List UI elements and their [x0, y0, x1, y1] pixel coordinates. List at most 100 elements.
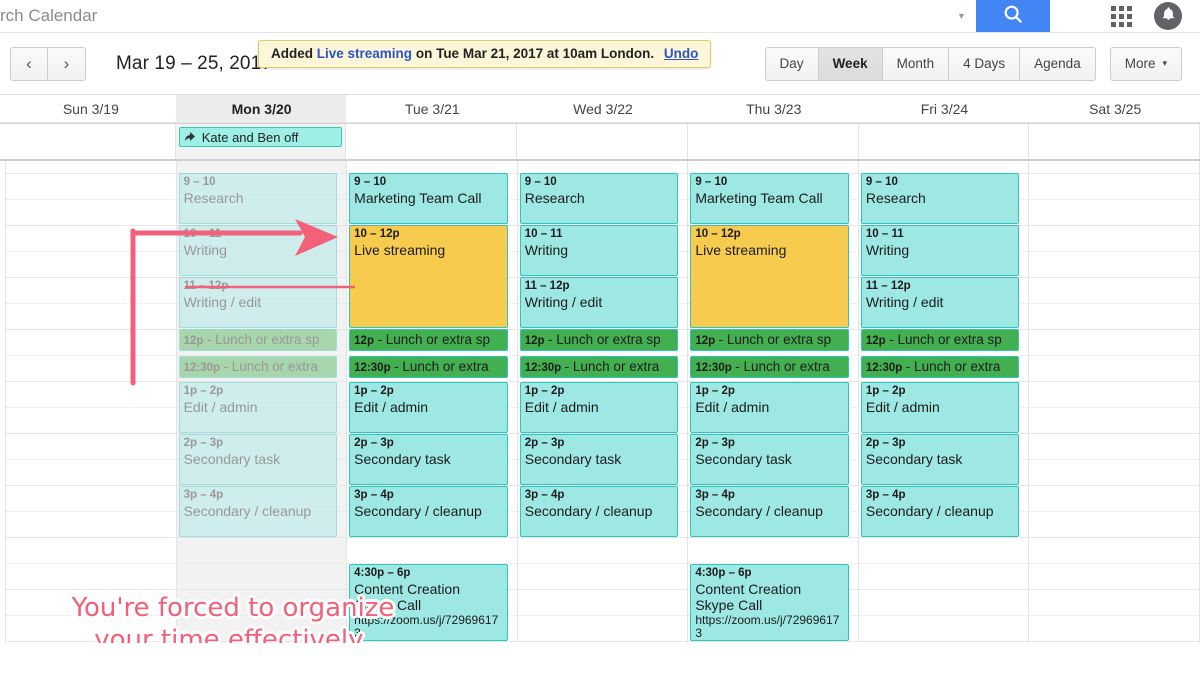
calendar-event[interactable]: 1p – 2p Edit / admin	[690, 382, 849, 433]
search-button[interactable]	[976, 0, 1050, 32]
all-day-event-kate-and-ben-off[interactable]: Kate and Ben off	[178, 127, 343, 147]
search-input[interactable]	[0, 0, 947, 33]
view-agenda-button[interactable]: Agenda	[1019, 46, 1096, 81]
day-column-wed[interactable]: 9 – 10 Research 10 – 11 Writing 11 – 12p Writ…	[517, 161, 689, 643]
all-day-row: Kate and Ben off	[0, 123, 1200, 161]
grid-half-hour-line	[1029, 407, 1200, 408]
calendar-event[interactable]: 12p - Lunch or extra sp	[860, 329, 1020, 351]
grid-half-hour-line	[1029, 251, 1200, 252]
grid-half-hour-line	[1029, 303, 1200, 304]
calendar-event[interactable]: 2p – 3p Secondary task	[519, 434, 679, 485]
grid-half-hour-line	[1029, 459, 1200, 460]
calendar-event[interactable]: 10 – 11 Writing	[860, 225, 1020, 276]
all-day-cell-wed[interactable]	[517, 124, 688, 159]
day-header-wed[interactable]: Wed 3/22	[517, 95, 688, 122]
day-column-sat[interactable]	[1029, 161, 1200, 643]
calendar-event[interactable]: 12p - Lunch or extra sp	[690, 329, 849, 351]
calendar-event[interactable]: 12:30p - Lunch or extra	[178, 356, 338, 378]
calendar-event[interactable]: 9 – 10 Research	[178, 173, 338, 224]
calendar-event[interactable]: 12:30p - Lunch or extra	[519, 356, 679, 378]
event-url[interactable]: https://zoom.us/j/729696173	[695, 613, 844, 640]
event-title: - Lunch or extra	[564, 359, 660, 374]
calendar-event[interactable]: 11 – 12p Writing / edit	[519, 277, 679, 328]
grid-hour-line	[1029, 225, 1200, 226]
calendar-event[interactable]: 10 – 12p Live streaming	[690, 225, 849, 328]
calendar-event[interactable]: 10 – 12p Live streaming	[349, 225, 508, 328]
calendar-event[interactable]: 2p – 3p Secondary task	[349, 434, 508, 485]
calendar-event[interactable]: 9 – 10 Research	[860, 173, 1020, 224]
day-header-sat[interactable]: Sat 3/25	[1029, 95, 1200, 122]
calendar-event[interactable]: 3p – 4p Secondary / cleanup	[690, 486, 849, 537]
calendar-event[interactable]: 12p - Lunch or extra sp	[178, 329, 338, 351]
calendar-event[interactable]: 12p - Lunch or extra sp	[519, 329, 679, 351]
calendar-event[interactable]: 3p – 4p Secondary / cleanup	[349, 486, 508, 537]
grid-hour-line	[176, 589, 347, 590]
calendar-event[interactable]: 9 – 10 Research	[519, 173, 679, 224]
calendar-event[interactable]: 4:30p – 6p Content Creation Skype Call htt…	[690, 564, 849, 641]
calendar-event[interactable]: 2p – 3p Secondary task	[690, 434, 849, 485]
day-column-thu[interactable]: 9 – 10 Marketing Team Call 10 – 12p Live st…	[688, 161, 859, 643]
calendar-event[interactable]: 1p – 2p Edit / admin	[349, 382, 508, 433]
calendar-event[interactable]: 12:30p - Lunch or extra	[690, 356, 849, 378]
grid-hour-line	[347, 537, 517, 538]
calendar-event[interactable]: 11 – 12p Writing / edit	[178, 277, 338, 328]
calendar-event[interactable]: 3p – 4p Secondary / cleanup	[519, 486, 679, 537]
calendar-event[interactable]: 10 – 11 Writing	[178, 225, 338, 276]
all-day-cell-fri[interactable]	[859, 124, 1030, 159]
calendar-event[interactable]: 1p – 2p Edit / admin	[860, 382, 1020, 433]
calendar-event[interactable]: 1p – 2p Edit / admin	[178, 382, 338, 433]
calendar-event[interactable]: 11 – 12p Writing / edit	[860, 277, 1020, 328]
toast-event-link[interactable]: Live streaming	[317, 46, 412, 61]
event-time: 9 – 10	[865, 176, 898, 188]
all-day-cell-sun[interactable]	[5, 124, 176, 159]
notifications-button[interactable]	[1154, 2, 1182, 30]
day-header-fri[interactable]: Fri 3/24	[859, 95, 1030, 122]
day-column-sun[interactable]	[5, 161, 177, 643]
all-day-cell-thu[interactable]	[688, 124, 859, 159]
day-column-fri[interactable]: 9 – 10 Research 10 – 11 Writing 11 – 12p Writ…	[858, 161, 1030, 643]
calendar-event[interactable]: 3p – 4p Secondary / cleanup	[178, 486, 338, 537]
calendar-event[interactable]: 2p – 3p Secondary task	[860, 434, 1020, 485]
grid-half-hour-line	[6, 303, 176, 304]
calendar-event[interactable]: 12p - Lunch or extra sp	[349, 329, 508, 351]
day-column-tue[interactable]: 9 – 10 Marketing Team Call 10 – 12p Live st…	[347, 161, 518, 643]
calendar-event[interactable]: 4:30p – 6p Content Creation Skype Call htt…	[349, 564, 508, 641]
event-time: 2p – 3p	[695, 437, 735, 449]
undo-link[interactable]: Undo	[664, 46, 699, 61]
calendar-event[interactable]: 1p – 2p Edit / admin	[519, 382, 679, 433]
calendar-event[interactable]: 12:30p - Lunch or extra	[349, 356, 508, 378]
day-header-thu[interactable]: Thu 3/23	[688, 95, 859, 122]
calendar-event[interactable]: 2p – 3p Secondary task	[178, 434, 338, 485]
all-day-cell-mon[interactable]: Kate and Ben off	[175, 124, 347, 159]
more-button[interactable]: More ▾	[1109, 46, 1182, 81]
view-4days-button[interactable]: 4 Days	[948, 46, 1020, 81]
grid-half-hour-line	[1029, 355, 1200, 356]
day-header-mon[interactable]: Mon 3/20	[175, 95, 347, 122]
view-month-button[interactable]: Month	[881, 46, 949, 81]
calendar-event[interactable]: 12:30p - Lunch or extra	[860, 356, 1020, 378]
search-icon	[1002, 3, 1024, 30]
calendar-event[interactable]: 9 – 10 Marketing Team Call	[349, 173, 508, 224]
event-title: - Lunch or extra sp	[718, 332, 832, 347]
view-day-button[interactable]: Day	[764, 46, 818, 81]
view-week-button[interactable]: Week	[817, 46, 882, 81]
day-header-tue[interactable]: Tue 3/21	[346, 95, 517, 122]
chevron-down-icon[interactable]: ▼	[947, 11, 976, 21]
grid-half-hour-line	[1029, 615, 1200, 616]
all-day-cell-sat[interactable]	[1029, 124, 1200, 159]
apps-grid-icon[interactable]	[1111, 5, 1132, 27]
calendar-event[interactable]: 10 – 11 Writing	[519, 225, 679, 276]
grid-half-hour-line	[6, 563, 176, 564]
next-week-button[interactable]: ›	[48, 46, 86, 81]
event-url[interactable]: https://zoom.us/j/729696173	[354, 613, 503, 640]
day-header-sun[interactable]: Sun 3/19	[5, 95, 176, 122]
grid-half-hour-line	[6, 251, 176, 252]
calendar-event[interactable]: 3p – 4p Secondary / cleanup	[860, 486, 1020, 537]
grid-hour-line	[858, 589, 1029, 590]
day-columns: 9 – 10 Research 10 – 11 Writing 11 – 12p Writ…	[0, 161, 1200, 643]
previous-week-button[interactable]: ‹	[10, 46, 48, 81]
all-day-cell-tue[interactable]	[346, 124, 518, 159]
grid-half-hour-line	[176, 563, 347, 564]
calendar-event[interactable]: 9 – 10 Marketing Team Call	[690, 173, 849, 224]
day-column-mon[interactable]: 9 – 10 Research 10 – 11 Writing 11 – 12p Writ…	[176, 161, 348, 643]
